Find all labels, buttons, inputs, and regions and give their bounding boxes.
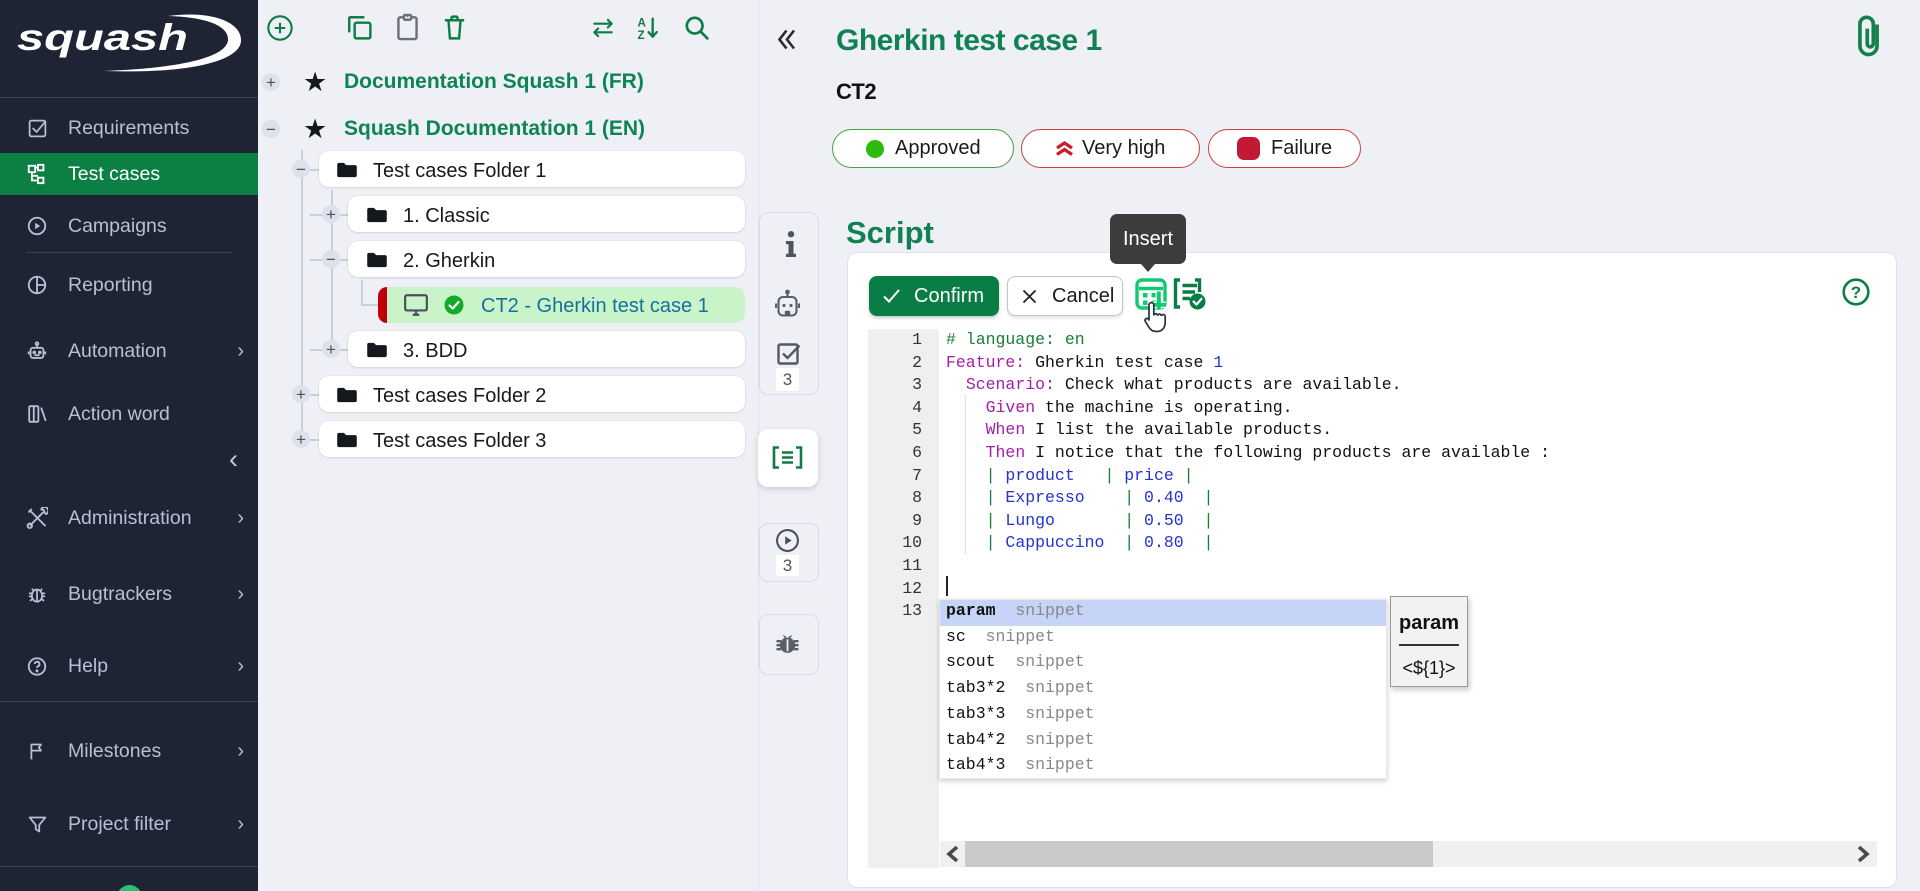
svg-text:Z: Z: [638, 29, 645, 42]
svg-text:A: A: [638, 16, 647, 29]
svg-text:squash: squash: [17, 17, 188, 58]
svg-text:?: ?: [1851, 283, 1861, 302]
